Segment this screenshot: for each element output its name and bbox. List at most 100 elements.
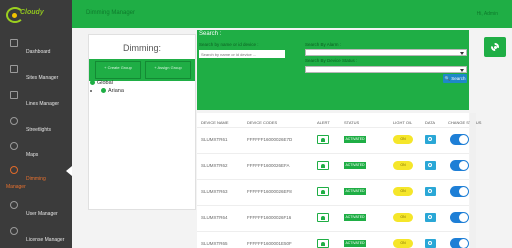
sites-icon xyxy=(10,65,18,73)
search-icon xyxy=(428,189,432,193)
logo-dot-icon xyxy=(12,13,17,18)
page-title: Dimming Manager xyxy=(86,10,136,16)
data-button[interactable] xyxy=(425,187,436,196)
device-code: FFFFFF16000026F16 xyxy=(247,215,292,220)
search-title: Search : xyxy=(199,31,222,37)
device-code: FFFFFF16000026E7D xyxy=(247,137,293,142)
alert-button[interactable] xyxy=(317,213,329,222)
tree-button-bar: + Create Group + Assign Group xyxy=(89,59,195,81)
search-name-input[interactable] xyxy=(199,50,285,58)
light-status-badge: ON xyxy=(393,239,413,248)
license-icon xyxy=(10,227,18,235)
toggle-knob xyxy=(459,135,468,144)
sidebar: Cloudy Dashboard Sites Manager Lines Man… xyxy=(0,0,72,248)
column-header: CHANGE STATUS xyxy=(448,120,482,125)
sidebar-item-streetlights[interactable]: Streetlights xyxy=(0,114,72,140)
data-button[interactable] xyxy=(425,135,436,144)
sidebar-item-label: Dashboard xyxy=(26,49,51,55)
change-status-toggle[interactable] xyxy=(450,238,469,248)
chevron-down-icon xyxy=(460,52,464,55)
search-icon xyxy=(428,163,432,167)
top-header: Dimming Manager Hi, Admin xyxy=(72,0,512,28)
settings-button[interactable] xyxy=(484,37,506,57)
column-header: DEVICE CODES xyxy=(247,120,278,125)
change-status-toggle[interactable] xyxy=(450,134,469,145)
table-row: SLUMXTR61 FFFFFF16000026E7D ACTIVATED ON xyxy=(197,127,469,151)
toggle-knob xyxy=(459,213,468,222)
sidebar-item-label: Lines Manager xyxy=(26,101,60,107)
sidebar-item-label-secondary: Manager xyxy=(6,184,26,190)
light-status-badge: ON xyxy=(393,213,413,222)
table-row: SLUMXTR62 FFFFFF1600026EFA ACTIVATED ON xyxy=(197,153,469,177)
change-status-toggle[interactable] xyxy=(450,160,469,171)
chevron-down-icon xyxy=(460,69,464,72)
radio-icon[interactable] xyxy=(101,88,106,94)
dimming-tree-panel: Dimming: + Create Group + Assign Group G… xyxy=(88,34,196,210)
alarm-select[interactable] xyxy=(305,49,467,56)
column-header: ALERT xyxy=(317,120,330,125)
change-status-toggle[interactable] xyxy=(450,186,469,197)
tree-node-label: Global xyxy=(97,80,113,86)
data-button[interactable] xyxy=(425,161,436,170)
sidebar-item-dashboard[interactable]: Dashboard xyxy=(0,36,72,62)
data-button[interactable] xyxy=(425,239,436,248)
sidebar-item-sites-manager[interactable]: Sites Manager xyxy=(0,62,72,88)
sidebar-item-label: Maps xyxy=(26,152,39,158)
bell-icon xyxy=(321,215,325,220)
alert-button[interactable] xyxy=(317,161,329,170)
bell-icon xyxy=(321,137,325,142)
logo[interactable]: Cloudy xyxy=(4,4,50,26)
toggle-knob xyxy=(459,187,468,196)
search-status-label: Search By Device Status : xyxy=(305,58,358,63)
change-status-toggle[interactable] xyxy=(450,212,469,223)
status-select[interactable] xyxy=(305,66,467,73)
device-code: FFFFFF16000026EF8 xyxy=(247,189,292,194)
search-name-label: Search by name or id device : xyxy=(199,42,259,47)
create-group-button[interactable]: + Create Group xyxy=(95,61,141,79)
table-row: SLUMXTR63 FFFFFF16000026EF8 ACTIVATED ON xyxy=(197,179,469,203)
data-button[interactable] xyxy=(425,213,436,222)
table-scrollbar[interactable] xyxy=(470,113,476,248)
device-table: DEVICE NAME DEVICE CODES ALERT STATUS LI… xyxy=(197,113,481,248)
sidebar-item-label: User Manager xyxy=(26,211,58,217)
light-status-badge: ON xyxy=(393,161,413,170)
table-row: SLUMXTR64 FFFFFF16000026F16 ACTIVATED ON xyxy=(197,205,469,229)
sidebar-item-maps[interactable]: Maps xyxy=(0,139,72,165)
light-status-badge: ON xyxy=(393,187,413,196)
sidebar-item-license-manager[interactable]: License Manager xyxy=(0,224,72,248)
alert-button[interactable] xyxy=(317,135,329,144)
column-header: LIGHT O/L xyxy=(393,120,413,125)
bullet-icon xyxy=(90,89,92,92)
tree-node-global[interactable]: Global xyxy=(90,80,113,86)
column-header: DATA xyxy=(425,120,436,125)
sidebar-item-lines-manager[interactable]: Lines Manager xyxy=(0,88,72,114)
bell-icon xyxy=(321,163,325,168)
sidebar-item-dimming-manager[interactable]: Dimming Manager xyxy=(0,163,72,190)
sidebar-item-label: Sites Manager xyxy=(26,75,59,81)
sidebar-item-user-manager[interactable]: User Manager xyxy=(0,198,72,224)
bell-icon xyxy=(321,241,325,246)
sidebar-item-label: License Manager xyxy=(26,237,65,243)
column-header: DEVICE NAME xyxy=(201,120,229,125)
status-badge: ACTIVATED xyxy=(344,240,366,247)
bulb-icon xyxy=(10,117,18,125)
sidebar-item-label: Streetlights xyxy=(26,127,52,133)
tree-node-ariana[interactable]: Ariana xyxy=(90,88,124,94)
search-button[interactable]: 🔍 Search xyxy=(443,74,467,83)
search-panel: Search : Search by name or id device : S… xyxy=(197,30,469,110)
alert-button[interactable] xyxy=(317,239,329,248)
radio-icon[interactable] xyxy=(90,80,95,86)
toggle-knob xyxy=(459,239,468,248)
toggle-knob xyxy=(459,161,468,170)
device-name: SLUMXTR63 xyxy=(201,189,228,194)
home-icon xyxy=(10,39,18,47)
bell-icon xyxy=(321,189,325,194)
light-status-badge: ON xyxy=(393,135,413,144)
alert-button[interactable] xyxy=(317,187,329,196)
assign-group-button[interactable]: + Assign Group xyxy=(145,61,191,79)
user-greeting[interactable]: Hi, Admin xyxy=(477,11,498,17)
search-icon xyxy=(428,241,432,245)
tree-node-label: Ariana xyxy=(108,88,124,94)
device-name: SLUMXTR65 xyxy=(201,241,228,246)
device-code: FFFFFF1600026EFA xyxy=(247,163,290,168)
